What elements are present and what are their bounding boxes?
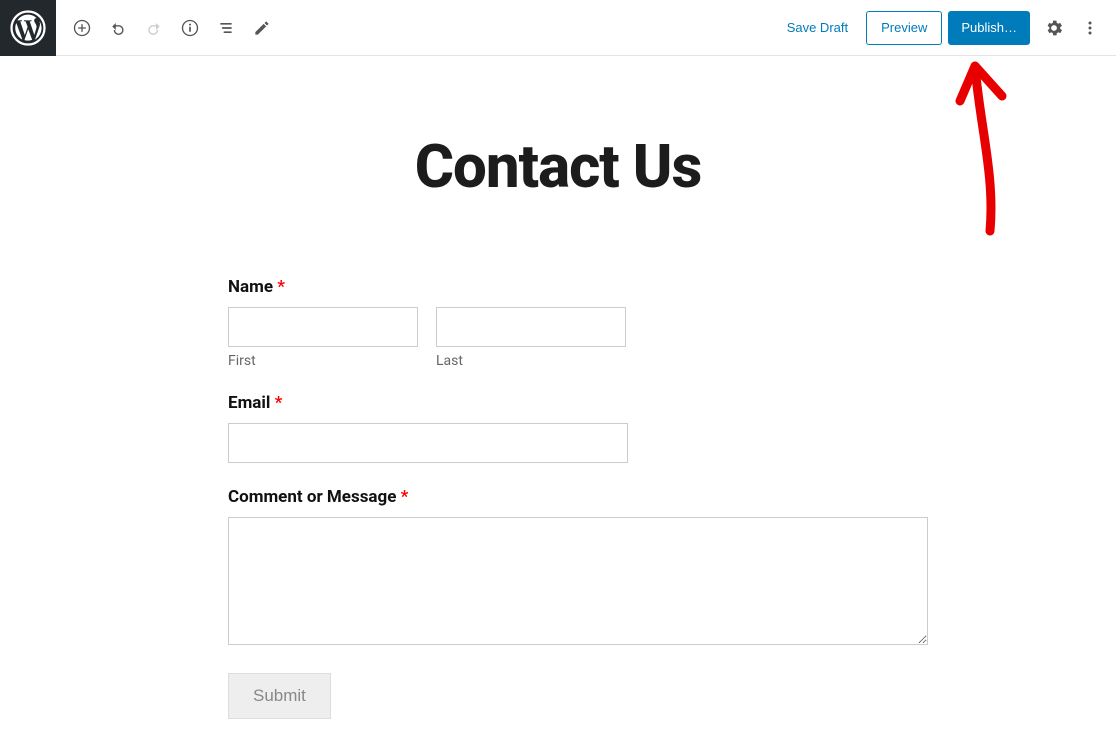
email-input[interactable]: [228, 423, 628, 463]
required-mark: *: [275, 393, 283, 413]
plus-circle-icon: [72, 18, 92, 38]
message-field-group: Comment or Message *: [228, 487, 888, 649]
kebab-icon: [1080, 18, 1100, 38]
name-field-group: Name * First Last: [228, 277, 888, 369]
name-label-text: Name: [228, 277, 273, 297]
last-name-sublabel: Last: [436, 353, 626, 369]
wordpress-icon: [10, 10, 46, 46]
first-name-sublabel: First: [228, 353, 418, 369]
message-label: Comment or Message *: [228, 487, 888, 507]
email-field-group: Email *: [228, 393, 888, 463]
block-navigation-button[interactable]: [208, 10, 244, 46]
name-label: Name *: [228, 277, 888, 297]
add-block-button[interactable]: [64, 10, 100, 46]
save-draft-button[interactable]: Save Draft: [775, 11, 860, 45]
undo-icon: [108, 18, 128, 38]
settings-button[interactable]: [1036, 10, 1072, 46]
pencil-icon: [252, 18, 272, 38]
email-label: Email *: [228, 393, 888, 413]
wordpress-logo[interactable]: [0, 0, 56, 56]
preview-button[interactable]: Preview: [866, 11, 942, 45]
page-title[interactable]: Contact Us: [0, 131, 1116, 202]
info-icon: [180, 18, 200, 38]
publish-button[interactable]: Publish…: [948, 11, 1030, 45]
more-options-button[interactable]: [1072, 10, 1108, 46]
redo-icon: [144, 18, 164, 38]
editor-canvas: Contact Us Name * First Last: [0, 56, 1116, 719]
required-mark: *: [401, 487, 409, 507]
list-icon: [216, 18, 236, 38]
email-label-text: Email: [228, 393, 270, 413]
required-mark: *: [277, 277, 285, 297]
info-button[interactable]: [172, 10, 208, 46]
edit-button[interactable]: [244, 10, 280, 46]
last-name-input[interactable]: [436, 307, 626, 347]
gear-icon: [1044, 18, 1064, 38]
redo-button[interactable]: [136, 10, 172, 46]
message-textarea[interactable]: [228, 517, 928, 645]
undo-button[interactable]: [100, 10, 136, 46]
first-name-input[interactable]: [228, 307, 418, 347]
message-label-text: Comment or Message: [228, 487, 396, 507]
contact-form-block: Name * First Last Email *: [208, 277, 908, 719]
editor-top-toolbar: Save Draft Preview Publish…: [0, 0, 1116, 56]
submit-button[interactable]: Submit: [228, 673, 331, 719]
